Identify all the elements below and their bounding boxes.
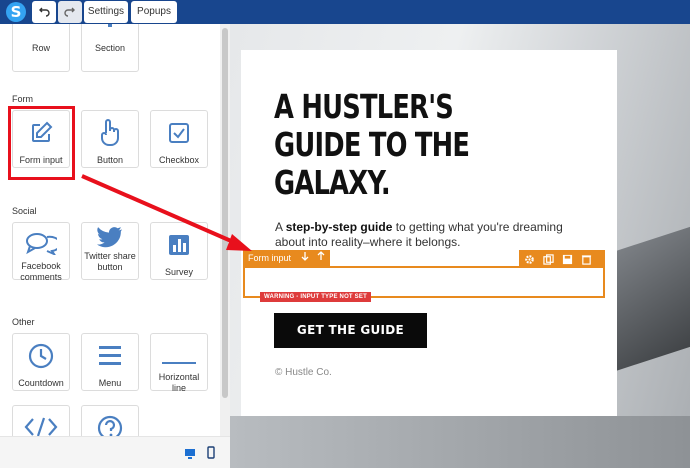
section-title-other: Other [12,317,35,327]
tile-label: Checkbox [151,155,207,166]
tile-label: Survey [151,267,207,278]
mobile-icon[interactable] [207,446,215,464]
tile-label: Section [82,43,138,54]
get-the-guide-button[interactable]: GET THE GUIDE [274,313,427,348]
tile-label: Button [82,155,138,166]
form-element-toolbar: Form input [243,250,605,266]
warning-badge: WARNING - INPUT TYPE NOT SET [260,292,371,302]
app-logo: S [6,2,26,22]
tile-label: Menu [82,378,138,389]
tile-label: Facebook comments [13,261,69,283]
tile-menu[interactable]: Menu [81,333,139,391]
element-actions-bar [519,250,605,266]
menu-icon [82,344,138,371]
headline-line: GALAXY. [274,164,508,202]
tile-checkbox[interactable]: Checkbox [150,110,208,168]
tile-survey[interactable]: Survey [150,222,208,280]
subtext-prefix: A [275,220,286,234]
tile-button[interactable]: Button [81,110,139,168]
tile-label: Horizontal line [151,372,207,394]
move-up-icon[interactable] [317,250,325,266]
section-title-form: Form [12,94,33,104]
undo-button[interactable] [32,1,56,23]
copyright-text: © Hustle Co. [275,367,332,378]
tile-label: Twitter share button [82,251,138,273]
page-canvas: A HUSTLER'S GUIDE TO THE GALAXY. A step-… [230,24,690,468]
section-title-social: Social [12,206,37,216]
tile-twitter-share[interactable]: Twitter share button [81,222,139,280]
tile-countdown[interactable]: Countdown [12,333,70,391]
tile-row[interactable]: Row [12,24,70,72]
settings-button[interactable]: Settings [84,1,128,23]
form-input-highlight [8,106,75,180]
tile-label: Countdown [13,378,69,389]
desk-image [230,416,690,468]
page-subtext[interactable]: A step-by-step guide to getting what you… [275,220,595,250]
pointer-hand-icon [82,119,138,152]
clock-icon [13,342,69,375]
redo-button[interactable] [58,1,82,23]
element-label: Form input [248,253,291,263]
headline-line: GUIDE TO THE [274,126,508,164]
bar-chart-icon [151,233,207,262]
popups-button[interactable]: Popups [131,1,177,23]
tile-facebook-comments[interactable]: Facebook comments [12,222,70,280]
element-label-bar[interactable]: Form input [243,250,330,266]
horizontal-line-icon [151,352,207,370]
checkbox-icon [151,121,207,150]
subtext-bold: step-by-step guide [286,220,393,234]
device-preview-bar [0,436,230,468]
top-bar: S Settings Popups [0,0,690,24]
elements-sidebar: Row Section Form Form input Button Check… [0,24,220,460]
tile-section[interactable]: Section [81,24,139,72]
comments-icon [13,231,69,260]
tile-horizontal-line[interactable]: Horizontal line [150,333,208,391]
desktop-icon[interactable] [184,447,196,465]
headline-line: A HUSTLER'S [274,88,508,126]
redo-icon [64,6,76,18]
sidebar-scroll-thumb[interactable] [222,28,228,398]
undo-icon [38,6,50,18]
twitter-icon [82,227,138,254]
section-icon [82,24,138,34]
tile-label: Row [13,43,69,54]
page-headline[interactable]: A HUSTLER'S GUIDE TO THE GALAXY. [274,88,508,202]
move-down-icon[interactable] [301,250,309,266]
